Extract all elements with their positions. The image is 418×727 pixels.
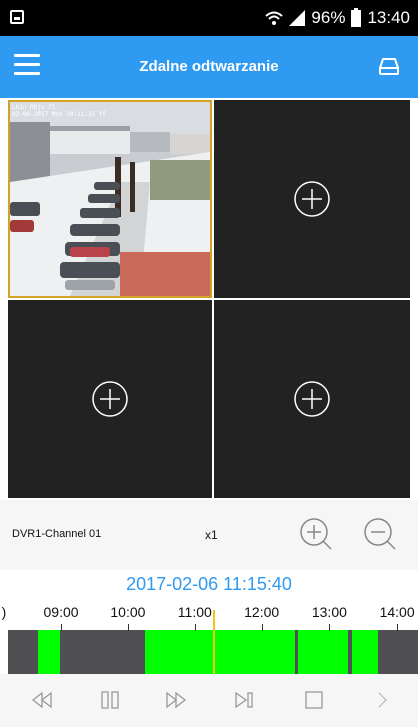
add-channel-icon[interactable]: [293, 180, 331, 218]
step-frame-icon[interactable]: [232, 688, 256, 712]
add-channel-icon[interactable]: [91, 380, 129, 418]
playback-info-bar: DVR1-Channel 01 x1: [0, 500, 418, 570]
pause-icon[interactable]: [98, 688, 122, 712]
battery-percent: 96%: [311, 8, 346, 27]
hour-tick: [397, 624, 399, 631]
status-bar: 96% 13:40: [0, 0, 418, 36]
page-title: Zdalne odtwarzanie: [139, 58, 279, 75]
playback-controls: [0, 674, 418, 727]
camera-osd: Lhin Rhjx fl 02-06-2017 Mon 10:11:35 ff: [12, 104, 106, 118]
battery-icon: [351, 7, 362, 27]
playback-timeline[interactable]: 2017-02-06 11:15:40 ) 09:00 10:00 11:00 12:…: [0, 570, 418, 674]
fast-forward-icon[interactable]: [164, 688, 188, 712]
signal-icon: [289, 10, 306, 26]
hour-tick: [194, 624, 196, 631]
hour-label-partial: ): [1, 604, 7, 620]
video-tile-2[interactable]: [214, 100, 410, 298]
video-tile-1[interactable]: Lhin Rhjx fl 02-06-2017 Mon 10:11:35 ff: [8, 100, 212, 298]
video-grid: Lhin Rhjx fl 02-06-2017 Mon 10:11:35 ff: [8, 100, 410, 498]
stop-icon[interactable]: [302, 688, 326, 712]
wifi-icon: [265, 11, 284, 25]
zoom-in-icon[interactable]: [298, 516, 334, 552]
channel-label: DVR1-Channel 01: [12, 528, 102, 540]
hour-tick: [329, 624, 331, 631]
hour-label: 10:00: [110, 604, 146, 620]
zoom-out-icon[interactable]: [362, 516, 398, 552]
video-tile-3[interactable]: [8, 300, 212, 498]
add-channel-icon[interactable]: [293, 380, 331, 418]
recording-segment[interactable]: [37, 630, 61, 674]
hour-label: 12:00: [244, 604, 280, 620]
hour-label: 11:00: [177, 604, 212, 620]
current-datetime: 2017-02-06 11:15:40: [126, 574, 292, 594]
hour-label: 14:00: [379, 604, 415, 620]
hard-drive-icon[interactable]: [378, 56, 400, 76]
camera-feed-image: [10, 102, 210, 296]
recording-segment[interactable]: [144, 630, 295, 674]
hour-label: 09:00: [43, 604, 79, 620]
video-tile-4[interactable]: [214, 300, 410, 498]
app-bar: Zdalne odtwarzanie: [0, 36, 418, 98]
chevron-right-icon[interactable]: [370, 688, 394, 712]
clock: 13:40: [367, 8, 410, 27]
hour-label: 13:00: [311, 604, 347, 620]
playback-cursor[interactable]: [213, 610, 215, 674]
hour-tick: [61, 624, 63, 631]
rewind-icon[interactable]: [30, 688, 54, 712]
hour-tick: [261, 624, 263, 631]
playback-speed: x1: [205, 528, 218, 542]
hour-tick: [127, 624, 129, 631]
recording-segment[interactable]: [298, 630, 349, 674]
gallery-notification-icon: [10, 10, 24, 24]
recording-segment[interactable]: [352, 630, 378, 674]
